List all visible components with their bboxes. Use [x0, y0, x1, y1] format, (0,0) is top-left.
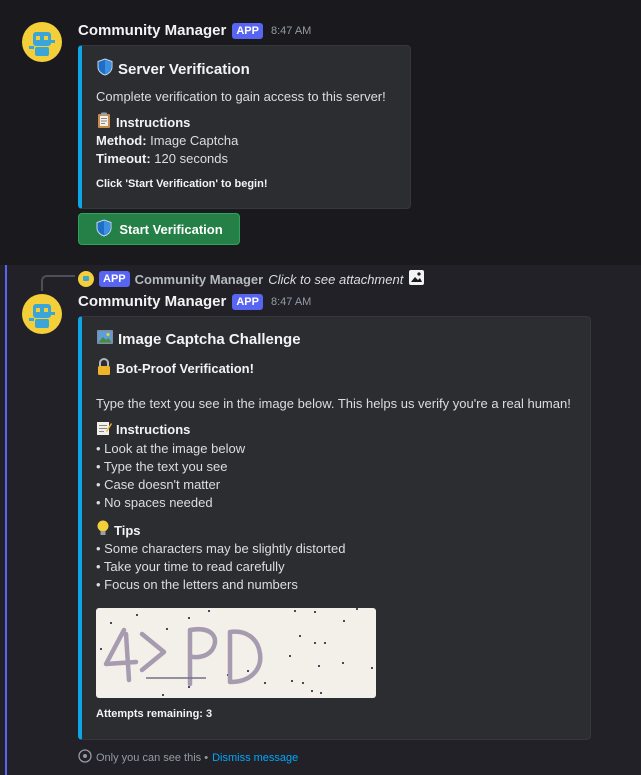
message-verification: Community Manager APP 8:47 AM Server Ver… [0, 0, 641, 265]
shield-icon [95, 218, 113, 240]
memo-icon [96, 420, 112, 439]
lock-icon [96, 357, 112, 379]
dismiss-message-link[interactable]: Dismiss message [212, 752, 298, 764]
instructions-list: • Look at the image below • Type the tex… [96, 440, 245, 512]
attempts-remaining: Attempts remaining: 3 [96, 708, 213, 720]
embed-title-text: Image Captcha Challenge [118, 330, 301, 348]
list-item: • Some characters may be slightly distor… [96, 541, 346, 556]
timestamp[interactable]: 8:47 AM [271, 296, 311, 308]
timeout-value: 120 seconds [154, 151, 229, 166]
reply-author[interactable]: Community Manager [135, 272, 264, 287]
method-label: Method: [96, 133, 147, 148]
embed-title: Image Captcha Challenge [96, 329, 301, 349]
highlight-bar [5, 265, 7, 775]
app-badge: APP [232, 293, 263, 310]
verification-embed: Server Verification Complete verificatio… [78, 45, 411, 209]
eye-icon [78, 749, 92, 766]
start-verification-button[interactable]: Start Verification [78, 213, 240, 245]
reply-attachment-link[interactable]: Click to see attachment [268, 272, 403, 287]
lightbulb-icon [96, 520, 110, 540]
subtitle: Bot-Proof Verification! [96, 357, 254, 379]
list-item: • Take your time to read carefully [96, 559, 285, 574]
clipboard-icon [96, 112, 112, 132]
reply-connector [41, 275, 75, 291]
author-name[interactable]: Community Manager [78, 293, 226, 310]
list-item: • Focus on the letters and numbers [96, 577, 298, 592]
embed-title-text: Server Verification [118, 60, 250, 78]
app-badge: APP [232, 22, 263, 39]
instructions-heading-text: Instructions [116, 114, 191, 130]
embed-description: Type the text you see in the image below… [96, 396, 571, 411]
list-item: • Look at the image below [96, 441, 246, 456]
timeout-label: Timeout: [96, 151, 151, 166]
reply-app-badge: APP [99, 271, 130, 287]
embed-title: Server Verification [96, 58, 250, 80]
instructions-heading-text: Instructions [116, 422, 191, 437]
message-header: Community Manager APP 8:47 AM [78, 293, 311, 310]
image-icon [408, 269, 425, 289]
list-item: • Case doesn't matter [96, 477, 221, 492]
tips-heading-text: Tips [114, 522, 141, 538]
timeout-line: Timeout: 120 seconds [96, 150, 228, 168]
reply-reference[interactable]: APP Community Manager Click to see attac… [78, 269, 425, 289]
instructions-heading: Instructions [96, 420, 190, 439]
bot-avatar[interactable] [22, 294, 62, 334]
method-line: Method: Image Captcha [96, 132, 238, 150]
embed-description: Complete verification to gain access to … [96, 89, 386, 104]
list-item: • No spaces needed [96, 495, 213, 510]
captcha-image[interactable] [96, 608, 376, 698]
ephemeral-footer: Only you can see this • Dismiss message [78, 749, 298, 766]
tips-list: • Some characters may be slightly distor… [96, 540, 346, 594]
bot-avatar[interactable] [22, 22, 62, 62]
reply-avatar-icon [78, 271, 94, 287]
timestamp[interactable]: 8:47 AM [271, 25, 311, 37]
picture-icon [96, 329, 114, 349]
list-item: • Type the text you see [96, 459, 228, 474]
only-you-text: Only you can see this • [96, 751, 209, 764]
shield-icon [96, 58, 114, 80]
message-header: Community Manager APP 8:47 AM [78, 22, 311, 39]
method-value: Image Captcha [150, 133, 239, 148]
captcha-embed: Image Captcha Challenge Bot-Proof Verifi… [78, 316, 591, 740]
instructions-heading: Instructions [96, 112, 190, 132]
embed-footer-note: Click 'Start Verification' to begin! [96, 178, 268, 190]
start-verification-label: Start Verification [119, 221, 223, 237]
author-name[interactable]: Community Manager [78, 22, 226, 39]
tips-heading: Tips [96, 520, 141, 540]
subtitle-text: Bot-Proof Verification! [116, 361, 254, 376]
